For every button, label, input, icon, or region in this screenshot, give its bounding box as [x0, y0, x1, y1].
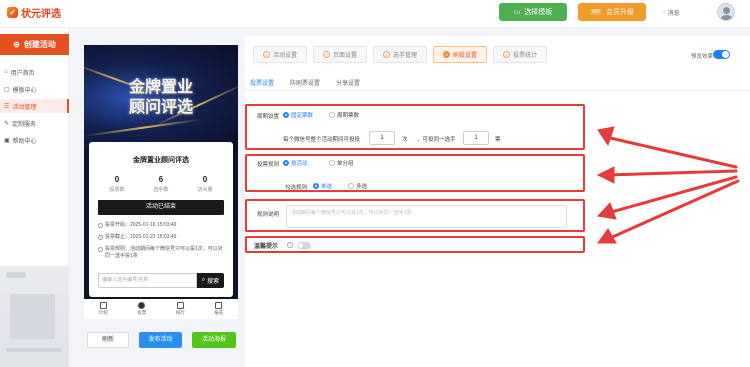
user-avatar[interactable]: [717, 3, 735, 21]
radio-fixed-votes[interactable]: 固定票数: [283, 111, 313, 119]
template-icon: ▭: [513, 9, 521, 16]
intro-icon: [99, 302, 107, 309]
mobile-preview: 金牌置业 顾问评选 金牌置业顾问评选 0 投票数 6 选手数 0 访问量 活动已结束 …: [84, 45, 238, 299]
sidebar-item-home[interactable]: ⌂ 用户首页: [0, 65, 69, 79]
step-vote-stats[interactable]: 5 投票统计: [493, 46, 548, 63]
arrow-3: [606, 175, 738, 215]
rule-description-textarea[interactable]: 活动期间每个微信号只可以投1次，可以对同一选手1票: [286, 205, 567, 228]
logo-text: 状元评选: [21, 9, 61, 20]
radio-whole-activity[interactable]: 投活动: [283, 159, 308, 167]
hero-banner: 金牌置业 顾问评选: [84, 45, 238, 151]
arrow-4: [606, 179, 740, 241]
message-icon: ◌: [662, 9, 666, 16]
refresh-button[interactable]: 刷新: [87, 332, 129, 348]
period-label: 周期设置: [257, 114, 280, 120]
messages-link[interactable]: ◌ 消息: [662, 8, 680, 18]
clock-icon: [98, 223, 103, 228]
info-icon: [98, 247, 103, 252]
tab-rank[interactable]: 排行: [176, 302, 185, 316]
votes-mid: ，可投同一选手: [417, 137, 456, 143]
preview-toggle[interactable]: [713, 50, 730, 59]
select-template-button[interactable]: ▭ 选择模板: [499, 3, 567, 21]
votes-count-input[interactable]: 1: [369, 131, 395, 145]
info-start: 投票开始：2025-01-16 15:03:49: [98, 222, 224, 229]
activity-title: 金牌置业顾问评选: [133, 157, 189, 164]
edit-icon: ✎: [4, 120, 10, 127]
vote-icon: [138, 302, 146, 309]
info-end: 投票截止：2025-01-23 15:03:49: [98, 234, 224, 241]
stats-row: 0 投票数 6 选手数 0 访问量: [95, 175, 227, 193]
activity-ended-banner: 活动已结束: [98, 200, 224, 215]
poster-button[interactable]: 活动海报: [192, 332, 236, 348]
sidebar-item-templates[interactable]: ▢ 模板中心: [0, 82, 69, 96]
check-rule-label: 勾选规则: [285, 185, 308, 191]
votes-prefix: 每个微信号整个活动期间可投投: [283, 137, 361, 143]
radio-single-group[interactable]: 单分组: [329, 159, 354, 167]
step-contestant-mgmt[interactable]: 3 选手管理: [373, 46, 428, 63]
rule-label: 投票规则: [257, 162, 280, 168]
radio-multi-select[interactable]: 多选: [348, 182, 367, 190]
publish-button[interactable]: 发布活动: [139, 332, 182, 348]
activity-card: 金牌置业顾问评选 0 投票数 6 选手数 0 访问量 活动已结束 投票开始：2025-…: [89, 142, 233, 297]
sidebar-nav: ⌂ 用户首页 ▢ 模板中心 ☰ 活动管理 ✎ 定制服务 ▣ 帮助中心: [0, 65, 69, 150]
template-icon: ▢: [4, 86, 10, 93]
vip-upgrade-button[interactable]: VIP 会员升级: [578, 3, 646, 21]
preview-tabbar: 介绍 投票 排行 报名: [84, 299, 238, 319]
top-header: ✓ 状元评选 ▭ 选择模板 VIP 会员升级 ◌ 消息: [0, 0, 750, 28]
question-icon: ?: [287, 242, 293, 248]
tip-section: [245, 236, 585, 253]
sidebar: ⊕ 创建活动 ⌂ 用户首页 ▢ 模板中心 ☰ 活动管理 ✎ 定制服务 ▣ 帮助中心: [0, 28, 69, 367]
clock-icon: [98, 235, 103, 240]
arrow-2: [606, 169, 738, 177]
stat-votes: 0 投票数: [109, 175, 125, 193]
sidebar-item-custom[interactable]: ✎ 定制服务: [0, 116, 69, 130]
sidebar-item-help[interactable]: ▣ 帮助中心: [0, 133, 69, 147]
radio-periodic-votes[interactable]: 周期票数: [329, 111, 359, 119]
step-page-settings[interactable]: 2 页面设置: [313, 46, 368, 63]
votes-unit: 次: [402, 137, 408, 143]
tip-toggle[interactable]: [297, 242, 311, 249]
search-button[interactable]: ⌕ 搜索: [197, 273, 224, 288]
create-icon: ⊕: [13, 40, 20, 49]
signup-icon: [215, 302, 223, 309]
same-contestant-input[interactable]: 1: [463, 131, 489, 145]
arrow-1: [604, 135, 738, 169]
stat-contestants: 6 选手数: [153, 175, 169, 193]
logo[interactable]: ✓ 状元评选: [7, 5, 61, 20]
tab-vote[interactable]: 投票: [137, 302, 146, 316]
blurred-qr-area: [0, 266, 69, 367]
step-tabs: 1 活动设置 2 页面设置 3 选手管理 4 刷投设置 5 投票统计: [253, 46, 548, 63]
divider: [245, 90, 750, 91]
sidebar-item-activities[interactable]: ☰ 活动管理: [0, 99, 69, 113]
description-label: 规则说明: [257, 212, 280, 218]
tab-intro[interactable]: 介绍: [99, 302, 108, 316]
create-activity-button[interactable]: ⊕ 创建活动: [0, 34, 69, 55]
info-rule: 投票规则：活动期间每个微信号只可以投1次，可以对同一选手投1票: [98, 246, 224, 260]
help-icon: ▣: [4, 137, 10, 144]
vip-badge: VIP: [589, 9, 603, 15]
step-activity-settings[interactable]: 1 活动设置: [253, 46, 308, 63]
annotation-arrows: [596, 126, 740, 244]
list-icon: ☰: [4, 103, 10, 110]
tip-label: 温馨提示: [254, 244, 279, 250]
stat-visits: 0 访问量: [197, 175, 213, 193]
preview-switch-label: 预览效果: [691, 54, 714, 60]
search-icon: ⌕: [201, 277, 206, 283]
radio-single-select[interactable]: 单选: [313, 182, 332, 190]
contestant-search-input[interactable]: 编输入选手编号/名称: [98, 273, 197, 288]
logo-icon: ✓: [7, 7, 18, 18]
step-vote-settings[interactable]: 4 刷投设置: [433, 46, 488, 63]
home-icon: ⌂: [4, 69, 8, 75]
tab-signup[interactable]: 报名: [214, 302, 223, 316]
rank-icon: [176, 302, 184, 309]
votes-suffix: 票: [495, 137, 501, 143]
hero-title-line2: 顾问评选: [128, 97, 193, 116]
